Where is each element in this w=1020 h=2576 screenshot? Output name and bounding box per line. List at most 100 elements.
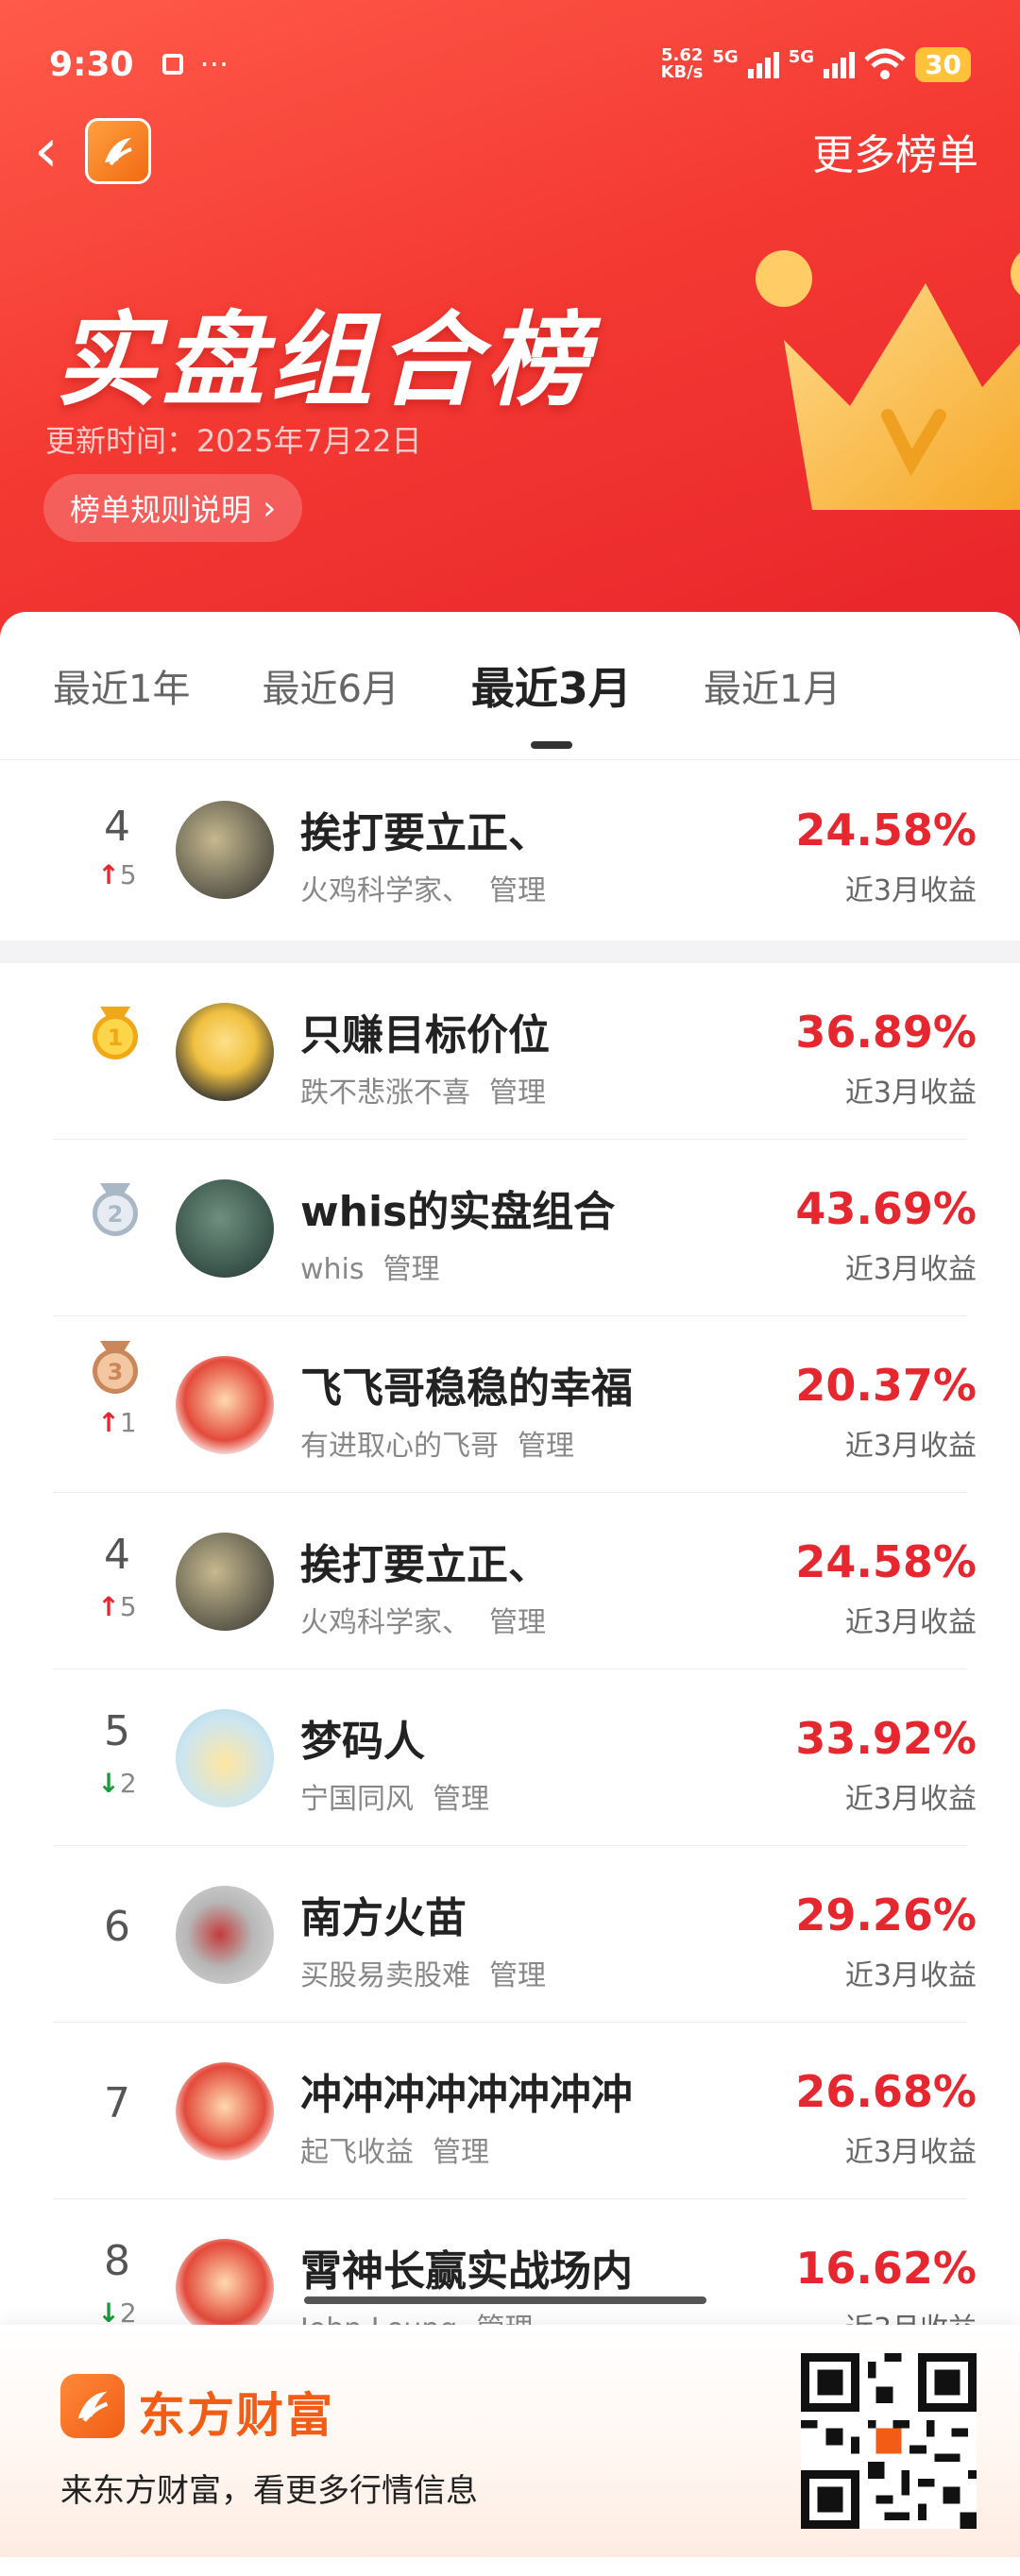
update-time: 更新时间：2025年7月22日 [45,423,422,459]
return-label: 近3月收益 [844,1076,977,1110]
return-value: 29.26% [795,1890,977,1940]
signal-icon [747,50,779,78]
period-tabs: 最近1年 最近6月 最近3月 最近1月 [0,612,1020,759]
return-value: 24.58% [795,805,977,856]
divider [0,759,1020,760]
portfolio-name: 冲冲冲冲冲冲冲冲 [300,2071,633,2119]
wifi-icon [864,48,906,79]
avatar[interactable] [176,2062,274,2161]
nav-bar: ‹ 更多榜单 [34,113,978,189]
arrow-up-icon: ↑ [97,1591,120,1622]
app-logo-icon [85,118,151,184]
avatar[interactable] [176,801,274,899]
return-value: 20.37% [795,1360,977,1411]
return-value: 26.68% [795,2066,977,2117]
return-label: 近3月收益 [844,2136,977,2169]
portfolio-name: 南方火苗 [300,1894,467,1942]
tab-1-month[interactable]: 最近1月 [704,658,841,713]
tab-6-months[interactable]: 最近6月 [262,658,399,713]
rank-number: 6 [104,1903,130,1951]
back-chevron-icon[interactable]: ‹ [34,121,85,181]
gold-medal-icon: 1 [93,1007,138,1059]
portfolio-name: 霄神长赢实战场内 [300,2247,633,2296]
rank-change: ↑5 [97,1591,137,1622]
scroll-indicator [304,2296,706,2304]
rank-number: 5 [104,1707,130,1755]
avatar[interactable] [176,1179,274,1278]
avatar[interactable] [176,2239,274,2337]
return-value: 36.89% [795,1007,977,1058]
ranking-row[interactable]: 5 ↓2 梦码人 宁国同风 管理 33.92% 近3月收益 [0,1669,1020,1845]
section-separator [0,941,1020,963]
portfolio-author: 火鸡科学家、 管理 [300,874,546,907]
notification-icon [162,54,183,75]
portfolio-author: 宁国同风 管理 [300,1783,489,1816]
rank-number: 4 [104,1531,130,1579]
qr-code-icon[interactable] [801,2353,977,2529]
ranking-row[interactable]: 3 ↑1 飞飞哥稳稳的幸福有进取心的飞哥 管理 20.37% 近3月收益 [0,1316,1020,1492]
footer-banner: 东方财富 来东方财富，看更多行情信息 [0,2325,1020,2557]
signal-icon [824,50,856,78]
portfolio-name: 只赚目标价位 [300,1011,550,1059]
svg-text:3: 3 [108,1359,124,1385]
return-value: 24.58% [795,1536,977,1587]
return-label: 近3月收益 [844,1959,977,1992]
arrow-up-icon: ↑ [97,1407,120,1438]
avatar[interactable] [176,1709,274,1807]
avatar[interactable] [176,1356,274,1454]
rank-number: 8 [104,2237,130,2285]
ranking-row[interactable]: 6 南方火苗买股易卖股难 管理 29.26% 近3月收益 [0,1846,1020,2022]
ranking-row[interactable]: 1 只赚目标价位跌不悲涨不喜 管理 36.89% 近3月收益 [0,963,1020,1139]
portfolio-name: 梦码人 [300,1718,425,1766]
rank-number: 7 [104,2079,130,2127]
portfolio-name: 挨打要立正、 [300,1541,550,1589]
my-portfolio-row[interactable]: 4 ↑5 挨打要立正、 火鸡科学家、 管理 24.58% 近3月收益 [0,761,1020,937]
rules-label: 榜单规则说明 [70,492,252,528]
status-more: ··· [199,46,230,82]
footer-slogan: 来东方财富，看更多行情信息 [60,2472,478,2510]
status-time: 9:30 [49,44,134,84]
return-label: 近3月收益 [844,1253,977,1286]
page-title: 实盘组合榜 [55,302,594,420]
return-value: 43.69% [795,1183,977,1234]
avatar[interactable] [176,1533,274,1631]
portfolio-author: 有进取心的飞哥 管理 [300,1430,574,1463]
rank-change: ↓2 [97,1768,137,1799]
return-label: 近3月收益 [844,1430,977,1463]
bronze-medal-icon: 3 [93,1341,138,1394]
return-value: 33.92% [795,1713,977,1764]
ranking-row[interactable]: 7 冲冲冲冲冲冲冲冲起飞收益 管理 26.68% 近3月收益 [0,2023,1020,2198]
rank-change: ↑5 [97,859,137,890]
arrow-down-icon: ↓ [97,1768,120,1799]
svg-text:1: 1 [108,1025,124,1051]
portfolio-author: whis 管理 [300,1253,440,1286]
header-banner: 9:30 ··· 5.62 KB/s 5G 5G 30 ‹ 更多榜单 实盘组合榜 [0,0,1020,661]
brand-logo-icon [60,2374,125,2438]
rank-change: ↑1 [97,1407,137,1438]
portfolio-author: 火鸡科学家、 管理 [300,1606,546,1639]
portfolio-author: 起飞收益 管理 [300,2136,489,2169]
portfolio-author: 跌不悲涨不喜 管理 [300,1076,546,1110]
more-rankings-link[interactable]: 更多榜单 [812,121,978,181]
portfolio-author: 买股易卖股难 管理 [300,1959,546,1992]
svg-text:2: 2 [108,1201,124,1228]
net-speed: 5.62 KB/s [660,45,704,82]
tab-1-year[interactable]: 最近1年 [53,658,190,713]
rules-button[interactable]: 榜单规则说明 › [43,474,303,542]
battery-indicator: 30 [915,46,971,82]
brand-name: 东方财富 [138,2388,334,2443]
portfolio-name: 飞飞哥稳稳的幸福 [300,1364,633,1413]
chevron-right-icon: › [263,488,277,528]
portfolio-name: 挨打要立正、 [300,809,550,857]
avatar[interactable] [176,1886,274,1984]
tab-3-months[interactable]: 最近3月 [471,654,632,749]
rank-number: 4 [104,803,130,851]
status-bar: 9:30 ··· 5.62 KB/s 5G 5G 30 [49,36,971,93]
return-label: 近3月收益 [844,874,977,907]
portfolio-name: whis的实盘组合 [300,1188,616,1236]
ranking-row[interactable]: 4 ↑5 挨打要立正、 火鸡科学家、 管理 24.58% 近3月收益 [0,1493,1020,1669]
ranking-row[interactable]: 2 whis的实盘组合 whis 管理 43.69% 近3月收益 [0,1140,1020,1315]
crown-icon [756,250,1020,510]
arrow-up-icon: ↑ [97,859,120,890]
avatar[interactable] [176,1003,274,1101]
